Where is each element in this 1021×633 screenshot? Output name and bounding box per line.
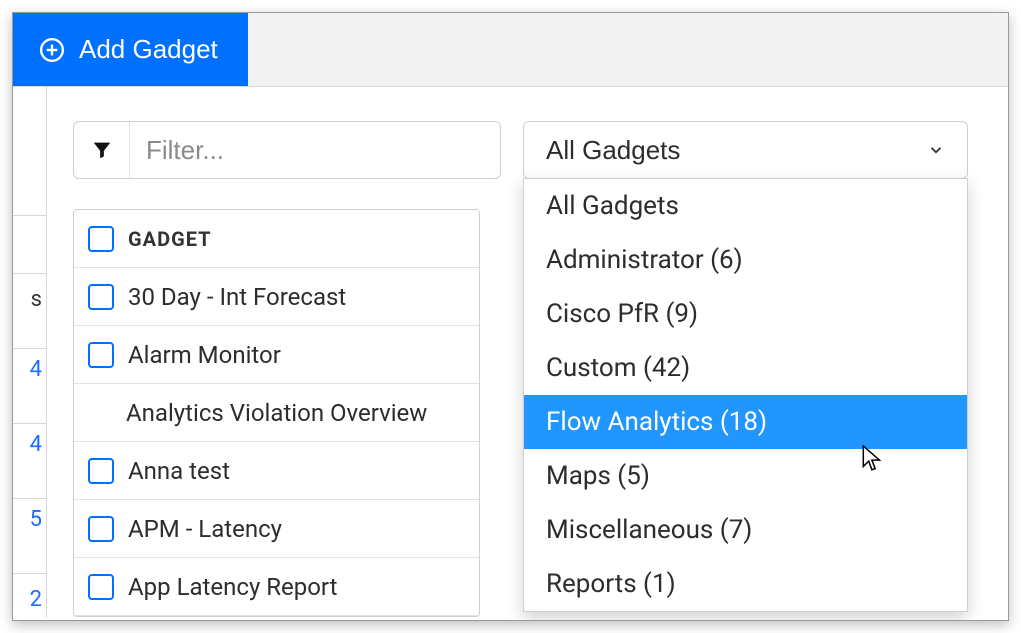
gadget-row-label: APM - Latency <box>128 515 282 543</box>
dropdown-option[interactable]: Reports (1) <box>524 557 967 611</box>
gadget-checkbox[interactable] <box>88 516 114 542</box>
filter-input[interactable] <box>130 135 500 166</box>
gadget-row-label: Analytics Violation Overview <box>126 399 427 427</box>
gutter-number: 4 <box>30 357 42 382</box>
gutter-text: s <box>31 287 42 312</box>
filter-box <box>73 121 501 179</box>
category-dropdown-toggle[interactable]: All Gadgets <box>523 121 968 179</box>
gutter-number: 4 <box>30 432 42 457</box>
gadget-table-header-row: GADGET <box>74 210 479 268</box>
gadget-row[interactable]: 30 Day - Int Forecast <box>74 268 479 326</box>
gadget-row-label: Alarm Monitor <box>128 341 281 369</box>
category-dropdown: All Gadgets All GadgetsAdministrator (6)… <box>523 121 968 179</box>
gadget-row[interactable]: Analytics Violation Overview <box>74 384 479 442</box>
app-frame: Add Gadget s 4 4 5 2 <box>12 12 1009 621</box>
gutter-number: 5 <box>30 507 42 532</box>
add-gadget-button[interactable]: Add Gadget <box>13 13 248 86</box>
filter-row: All Gadgets All GadgetsAdministrator (6)… <box>73 121 968 179</box>
chevron-down-icon <box>927 141 945 159</box>
filter-icon[interactable] <box>74 122 130 178</box>
dropdown-option[interactable]: Miscellaneous (7) <box>524 503 967 557</box>
gadget-row[interactable]: Anna test <box>74 442 479 500</box>
gadget-column-header: GADGET <box>128 227 212 251</box>
toolbar: Add Gadget <box>13 13 1008 87</box>
gadget-checkbox[interactable] <box>88 574 114 600</box>
gadget-row[interactable]: APM - Latency <box>74 500 479 558</box>
gadget-checkbox[interactable] <box>88 284 114 310</box>
dropdown-selected-label: All Gadgets <box>546 135 680 166</box>
dropdown-option[interactable]: Cisco PfR (9) <box>524 287 967 341</box>
row-gutter: s 4 4 5 2 <box>13 87 47 617</box>
select-all-checkbox[interactable] <box>88 226 114 252</box>
dropdown-option[interactable]: All Gadgets <box>524 179 967 233</box>
gadget-row[interactable]: App Latency Report <box>74 558 479 616</box>
dropdown-option[interactable]: Custom (42) <box>524 341 967 395</box>
gadget-row[interactable]: Alarm Monitor <box>74 326 479 384</box>
dropdown-option[interactable]: Flow Analytics (18) <box>524 395 967 449</box>
gadget-checkbox[interactable] <box>88 458 114 484</box>
gutter-number: 2 <box>30 587 42 612</box>
add-gadget-label: Add Gadget <box>79 34 218 65</box>
content-area: s 4 4 5 2 All Gadgets <box>13 87 1008 617</box>
mouse-cursor <box>862 445 884 477</box>
gadget-table: GADGET 30 Day - Int Forecast Alarm Monito… <box>73 209 480 617</box>
plus-circle-icon <box>39 37 65 63</box>
gadget-row-label: App Latency Report <box>128 573 338 601</box>
gadget-checkbox[interactable] <box>88 342 114 368</box>
dropdown-option[interactable]: Administrator (6) <box>524 233 967 287</box>
category-dropdown-menu: All GadgetsAdministrator (6)Cisco PfR (9… <box>523 178 968 612</box>
gadget-row-label: 30 Day - Int Forecast <box>128 283 346 311</box>
gadget-row-label: Anna test <box>128 457 230 485</box>
dropdown-option[interactable]: Maps (5) <box>524 449 967 503</box>
